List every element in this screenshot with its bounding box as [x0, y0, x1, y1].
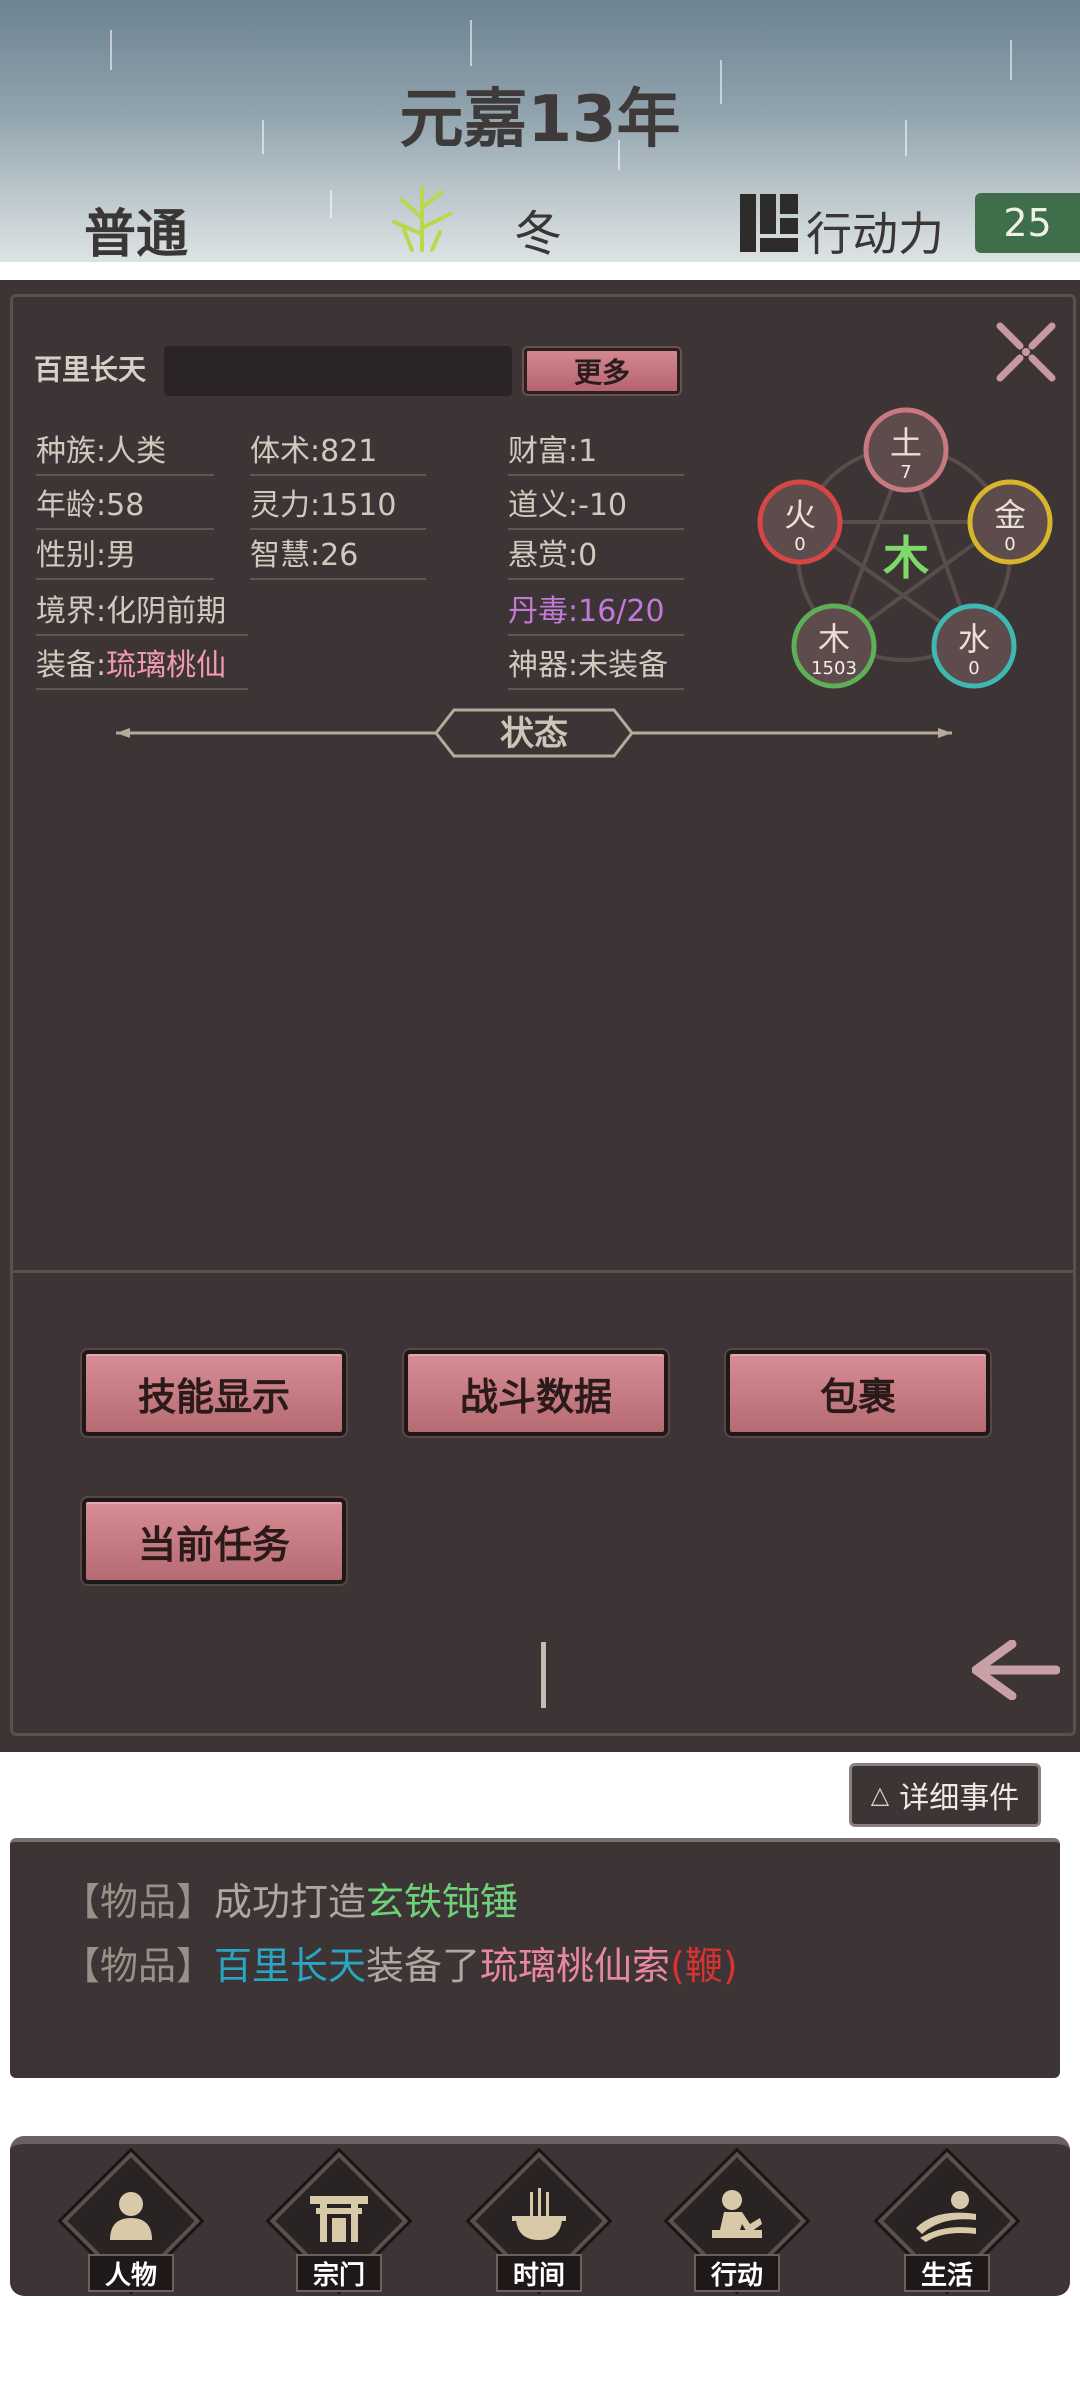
event-line: 【物品】成功打造玄铁钝锤 — [62, 1870, 1060, 1934]
element-node-fire: 火0 — [757, 479, 843, 565]
element-node-earth: 土7 — [863, 407, 949, 493]
skills-button[interactable]: 技能显示 — [82, 1350, 346, 1436]
element-value: 0 — [794, 534, 805, 555]
panel-divider — [10, 1270, 1076, 1273]
bounty-stat: 悬赏:0 — [508, 530, 684, 580]
nav-label: 宗门 — [296, 2254, 382, 2292]
person-icon — [110, 2192, 152, 2240]
item-name: 玄铁钝锤 — [366, 1880, 519, 1924]
bag-button[interactable]: 包裹 — [726, 1350, 990, 1436]
meditating-figure-icon — [712, 2190, 762, 2238]
incense-burner-icon — [512, 2188, 566, 2240]
back-arrow-icon[interactable] — [972, 1640, 1060, 1700]
item-name: 琉璃桃仙索 — [480, 1944, 671, 1988]
spirit-stat: 灵力:1510 — [250, 480, 426, 530]
pill-poison-stat: 丹毒:16/20 — [508, 586, 684, 636]
gate-icon — [310, 2196, 368, 2242]
dominant-element: 木 — [883, 531, 929, 585]
morality-stat: 道义:-10 — [508, 480, 684, 530]
equipment-stat[interactable]: 装备:琉璃桃仙 — [36, 640, 248, 690]
element-value: 0 — [968, 658, 979, 679]
status-section-header: 状态 — [116, 708, 952, 758]
nav-label: 行动 — [694, 2254, 780, 2292]
equipment-label: 装备: — [36, 648, 107, 683]
wisdom-stat: 智慧:26 — [250, 530, 426, 580]
event-tag: 【物品】 — [62, 1944, 215, 1988]
action-points-value: 25 — [975, 193, 1080, 253]
nav-time[interactable]: 时间 — [464, 2151, 614, 2302]
nav-action[interactable]: 行动 — [662, 2151, 812, 2302]
event-text: 装备了 — [366, 1944, 481, 1988]
event-text: 成功打造 — [214, 1880, 367, 1924]
realm-stat: 境界:化阴前期 — [36, 586, 248, 636]
season-label: 冬 — [514, 206, 563, 262]
triangle-icon: △ — [870, 1781, 890, 1809]
bottom-nav: 人物 宗门 时间 行动 生活 — [10, 2136, 1070, 2296]
race-stat: 种族:人类 — [36, 426, 214, 476]
pill-poison-value: 丹毒:16/20 — [508, 594, 665, 629]
equipment-value: 琉璃桃仙 — [106, 648, 227, 683]
wealth-stat: 财富:1 — [508, 426, 684, 476]
nav-sect[interactable]: 宗门 — [264, 2151, 414, 2302]
winter-plant-icon — [392, 186, 452, 252]
status-title: 状态 — [500, 714, 568, 754]
element-node-wood: 木1503 — [791, 603, 877, 689]
detail-events-label: 详细事件 — [899, 1781, 1020, 1816]
element-name: 水 — [958, 620, 990, 658]
close-icon[interactable] — [992, 318, 1060, 386]
element-value: 0 — [1004, 534, 1015, 555]
action-points-label: 行动力 — [806, 207, 944, 261]
scroll-indicator — [541, 1642, 546, 1708]
element-value: 1503 — [811, 658, 857, 679]
item-type: (鞭) — [670, 1944, 738, 1988]
artifact-stat[interactable]: 神器:未装备 — [508, 640, 684, 690]
current-quest-button[interactable]: 当前任务 — [82, 1498, 346, 1584]
nav-character[interactable]: 人物 — [56, 2151, 206, 2302]
element-value: 7 — [900, 462, 911, 483]
five-elements-chart[interactable]: 土7火0金0木1503水0 木 — [748, 398, 1056, 694]
detail-events-button[interactable]: △ 详细事件 — [852, 1766, 1038, 1824]
element-name: 火 — [784, 496, 816, 534]
element-name: 土 — [890, 424, 922, 462]
character-name: 百里长天 — [34, 353, 147, 386]
nav-life[interactable]: 生活 — [872, 2151, 1022, 2302]
top-header: 元嘉13年 普通 冬 行动力 25 — [0, 0, 1080, 262]
event-log: 【物品】成功打造玄铁钝锤 【物品】百里长天装备了琉璃桃仙索(鞭) — [10, 1838, 1060, 2078]
element-node-metal: 金0 — [967, 479, 1053, 565]
age-stat: 年龄:58 — [36, 480, 214, 530]
action-points-icon — [740, 194, 798, 252]
element-node-water: 水0 — [931, 603, 1017, 689]
gender-stat: 性别:男 — [36, 530, 214, 580]
event-line: 【物品】百里长天装备了琉璃桃仙索(鞭) — [62, 1934, 1060, 1998]
title-box — [164, 346, 512, 396]
nav-label: 生活 — [904, 2254, 990, 2292]
element-name: 金 — [994, 496, 1026, 534]
difficulty-label: 普通 — [84, 205, 189, 262]
landscape-icon — [916, 2191, 976, 2242]
more-button[interactable]: 更多 — [524, 348, 680, 394]
battle-data-button[interactable]: 战斗数据 — [404, 1350, 668, 1436]
body-stat: 体术:821 — [250, 426, 426, 476]
event-tag: 【物品】 — [62, 1880, 215, 1924]
era-title: 元嘉13年 — [399, 83, 681, 157]
character-panel: 百里长天 更多 种族:人类 年龄:58 性别:男 境界:化阴前期 装备:琉璃桃仙… — [0, 280, 1080, 1752]
nav-label: 人物 — [88, 2254, 174, 2292]
element-name: 木 — [818, 620, 850, 658]
nav-label: 时间 — [496, 2254, 582, 2292]
character-link: 百里长天 — [214, 1944, 367, 1988]
